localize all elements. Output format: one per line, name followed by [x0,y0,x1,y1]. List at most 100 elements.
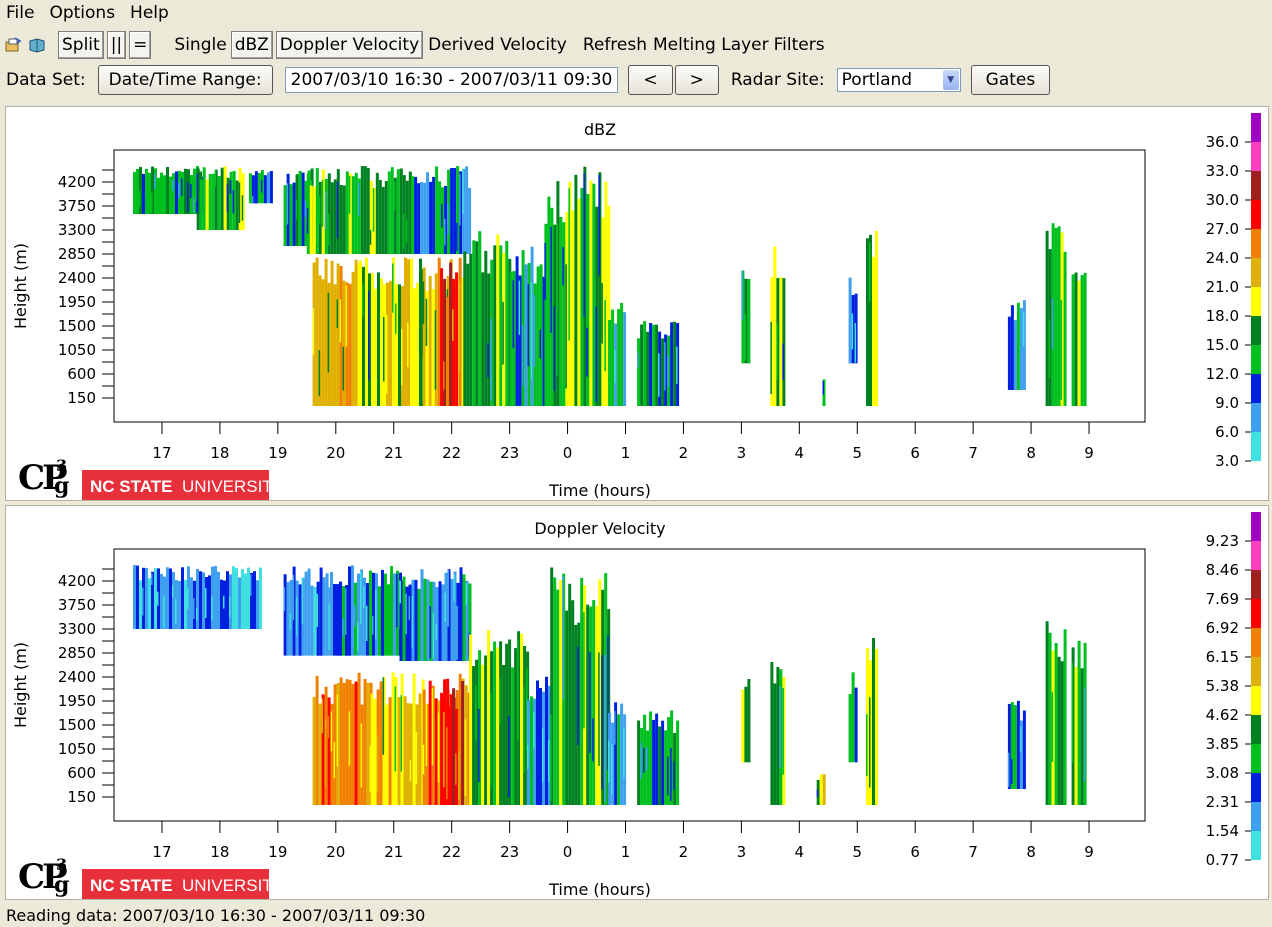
menu-file[interactable]: File [0,3,43,23]
colorbar-segment [1251,171,1261,200]
colorbar-segment [1251,773,1261,802]
date-time-range-field[interactable]: 2007/03/10 16:30 - 2007/03/11 09:30 [284,67,619,93]
split-button[interactable]: Split [58,31,104,59]
dbz-button[interactable]: dBZ [230,31,273,59]
echo-cell [437,712,440,783]
menu-help[interactable]: Help [124,3,178,23]
echo-cell [747,679,751,763]
single-button[interactable]: Single [174,35,226,55]
echo-cell [395,283,398,406]
echo-cell [205,588,207,618]
echo-cell [453,574,455,602]
echo-cell [410,258,413,406]
echo-cell [446,297,450,406]
open-folder-icon[interactable] [5,37,23,53]
echo-cell [310,585,314,656]
echo-cell [339,185,343,254]
chevron-down-icon[interactable]: ▼ [942,70,959,90]
echo-cell [220,579,223,629]
echo-cell [304,571,308,656]
echo-cell [369,230,372,245]
echo-cell [869,697,871,788]
echo-cell [283,587,286,611]
book-icon[interactable] [28,37,46,53]
gates-button[interactable]: Gates [970,65,1051,95]
echo-cell [392,263,394,313]
echo-cell [425,703,428,766]
echo-cell [458,282,461,373]
echo-cell [747,279,751,364]
echo-cell [376,735,379,792]
filters-button[interactable]: Filters [774,35,825,55]
echo-cell [478,708,480,783]
echo-cell [592,600,596,805]
echo-cell [365,257,368,406]
echo-cell [1010,759,1013,784]
echo-cell [869,242,871,303]
echo-cell [196,608,198,621]
echo-cell [357,622,359,651]
melting-layer-button[interactable]: Melting Layer [653,35,769,55]
date-time-range-button[interactable]: Date/Time Range: [97,65,273,95]
echo-cell [148,578,151,629]
echo-cell [289,184,293,246]
echo-cell [676,720,680,805]
x-tick-label: 6 [910,444,920,462]
echo-cell [462,574,466,661]
echo-cell [417,183,421,254]
y-axis-label: Height (m) [11,642,30,728]
echo-cell [1013,320,1017,390]
echo-cell [380,278,383,406]
echo-cell [244,573,247,629]
echo-cell [1054,228,1058,406]
colorbar-label: 1.54 [1206,822,1239,840]
radar-site-label: Radar Site: [730,70,825,90]
echo-cell [345,588,347,635]
y-tick-label: 600 [67,365,96,383]
echo-cell [313,586,317,656]
radar-site-select[interactable]: Portland ▼ [836,68,961,92]
echo-cell [854,687,858,763]
echo-cell [181,567,184,629]
derived-velocity-button[interactable]: Derived Velocity [428,35,567,55]
echo-cell [866,238,869,406]
echo-cell [292,574,295,621]
echo-cell [429,181,433,254]
echo-cell [465,583,467,605]
echo-cell [175,599,177,624]
echo-cell [327,716,330,739]
echo-cell [502,665,506,805]
colorbar-label: 3.08 [1206,764,1239,782]
menu-options[interactable]: Options [43,3,124,23]
echo-cell [440,268,444,406]
echo-cell [304,200,307,218]
echo-cell [511,667,515,805]
echo-cell [782,343,784,380]
colorbar-label: 6.0 [1215,423,1239,441]
echo-cell [1063,629,1067,805]
next-button[interactable]: > [674,65,719,95]
echo-cell [184,168,187,214]
echo-cell [390,566,393,656]
doppler-velocity-button[interactable]: Doppler Velocity [275,31,424,59]
prev-button[interactable]: < [628,65,673,95]
x-tick-label: 21 [384,444,403,462]
echo-cell [136,168,139,214]
echo-cell [449,706,453,805]
doppler-velocity-chart: Doppler Velocity420037503300285024001950… [11,512,1261,899]
echo-cell [253,571,256,629]
echo-cell [298,584,302,656]
echo-cell [166,167,169,214]
refresh-button[interactable]: Refresh [583,35,647,55]
echo-cell [214,566,217,629]
parallel-button[interactable]: || [106,31,127,59]
echo-cell [157,177,160,214]
echo-cell [505,241,509,406]
echo-cell [434,698,438,805]
x-tick-label: 3 [737,843,747,861]
equal-button[interactable]: = [129,31,152,59]
echo-cell [848,277,852,364]
echo-cell [517,640,519,741]
echo-cell [366,167,370,254]
echo-cell [547,196,551,406]
